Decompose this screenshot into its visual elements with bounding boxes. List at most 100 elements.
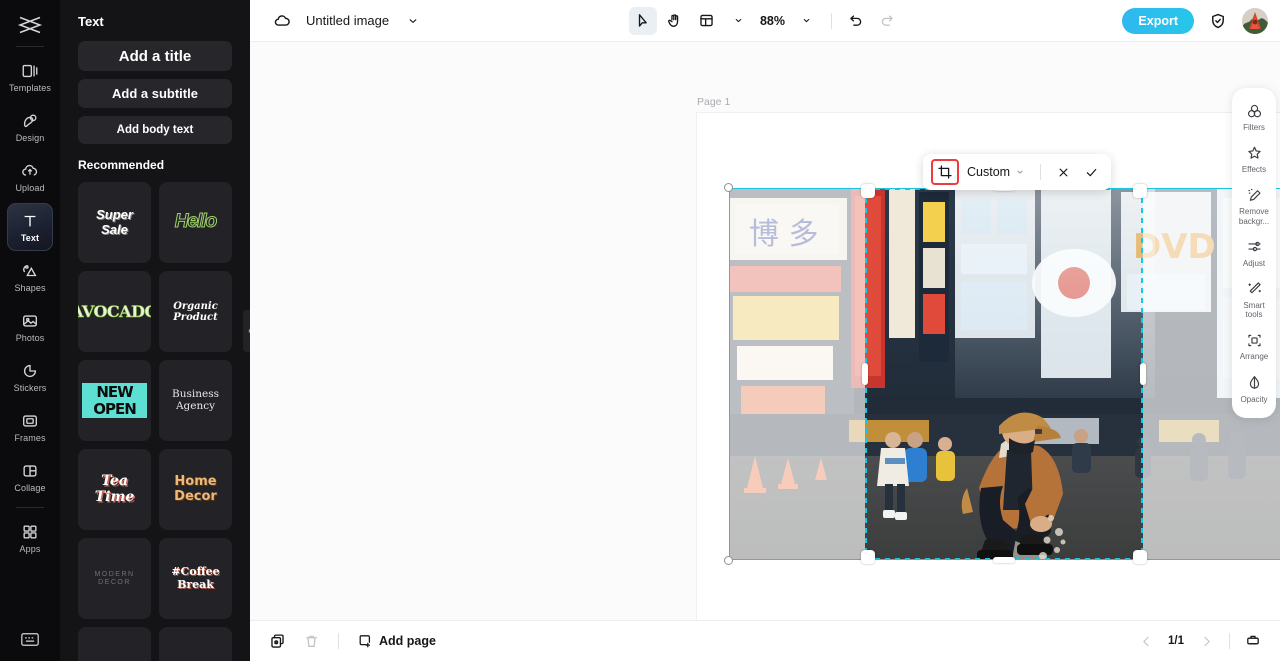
left-nav-rail: Templates Design Upload Text Shapes: [0, 0, 60, 661]
select-tool[interactable]: [629, 7, 657, 35]
next-page-button[interactable]: [1193, 628, 1219, 654]
capcut-logo[interactable]: [10, 8, 50, 42]
crop-handle-bottom[interactable]: [993, 557, 1015, 563]
text-template-card[interactable]: Hello: [159, 182, 232, 263]
resize-handle-bottom-left[interactable]: [724, 556, 733, 565]
crop-handle-top-left[interactable]: [861, 184, 875, 198]
sidebar-item-text[interactable]: Text: [7, 203, 53, 251]
sidebar-item-photos[interactable]: Photos: [7, 303, 53, 351]
crop-frame[interactable]: [865, 188, 1143, 560]
duplicate-page-button[interactable]: [264, 628, 290, 654]
rail-divider-2: [16, 507, 44, 508]
sidebar-item-design[interactable]: Design: [7, 103, 53, 151]
sidebar-label: Stickers: [14, 384, 47, 393]
crop-handle-bottom-right[interactable]: [1133, 550, 1147, 564]
add-title-button[interactable]: Add a title: [78, 41, 232, 71]
sidebar-label: Frames: [14, 434, 45, 443]
text-template-card[interactable]: Business Agency: [159, 360, 232, 441]
tool-label: Filters: [1243, 123, 1265, 132]
tool-adjust[interactable]: Adjust: [1232, 232, 1276, 274]
cloud-save-icon[interactable]: [268, 7, 296, 35]
keyboard-shortcuts-button[interactable]: [0, 632, 60, 647]
crop-ratio-dropdown[interactable]: Custom: [963, 165, 1030, 179]
crop-toolbar-divider: [1040, 164, 1041, 180]
crop-icon[interactable]: [931, 159, 959, 185]
upload-cloud-icon: [20, 161, 40, 181]
document-title[interactable]: Untitled image: [306, 13, 389, 28]
crop-handle-top-right[interactable]: [1133, 184, 1147, 198]
layout-tool[interactable]: [693, 7, 721, 35]
text-template-card[interactable]: NEW OPEN: [78, 360, 151, 441]
crop-handle-right[interactable]: [1140, 363, 1146, 385]
panel-collapse-handle[interactable]: [243, 310, 250, 352]
text-template-card[interactable]: [159, 627, 232, 661]
crop-handle-left[interactable]: [862, 363, 868, 385]
confirm-crop-button[interactable]: [1079, 160, 1103, 184]
export-button[interactable]: Export: [1122, 8, 1194, 34]
text-template-card[interactable]: Organic Product: [159, 271, 232, 352]
tool-label: Opacity: [1240, 395, 1267, 404]
apps-icon: [20, 522, 40, 542]
sidebar-item-shapes[interactable]: Shapes: [7, 253, 53, 301]
right-tool-sidebar: Filters Effects Remove backgr...: [1232, 88, 1276, 418]
sidebar-item-collage[interactable]: Collage: [7, 453, 53, 501]
template-label: Home Decor: [163, 475, 228, 504]
tool-effects[interactable]: Effects: [1232, 138, 1276, 180]
sidebar-label: Text: [21, 234, 39, 243]
selected-image-object[interactable]: 博 多: [729, 188, 1280, 560]
document-info: Untitled image: [250, 7, 427, 35]
text-template-card[interactable]: Super Sale: [78, 182, 151, 263]
toolbar-divider: [831, 13, 832, 29]
tool-filters[interactable]: Filters: [1232, 96, 1276, 138]
text-panel: Text Add a title Add a subtitle Add body…: [60, 0, 250, 661]
tool-remove-background[interactable]: Remove backgr...: [1232, 180, 1276, 231]
template-label: AVOCADO: [78, 303, 151, 321]
shield-check-icon[interactable]: [1204, 7, 1232, 35]
add-page-button[interactable]: Add page: [353, 630, 440, 652]
undo-button[interactable]: [842, 7, 870, 35]
sidebar-item-upload[interactable]: Upload: [7, 153, 53, 201]
add-body-text-button[interactable]: Add body text: [78, 116, 232, 144]
remove-background-icon: [1245, 186, 1263, 204]
main-area: Untitled image 88%: [250, 0, 1280, 661]
text-template-card[interactable]: #Coffee Break: [159, 538, 232, 619]
add-page-icon: [357, 633, 373, 649]
sidebar-label: Collage: [14, 484, 45, 493]
tool-smart-tools[interactable]: Smart tools: [1232, 274, 1276, 325]
chevron-down-icon[interactable]: [399, 7, 427, 35]
text-template-card[interactable]: AVOCADO: [78, 271, 151, 352]
tool-label: Adjust: [1243, 259, 1265, 268]
cancel-crop-button[interactable]: [1051, 160, 1075, 184]
tool-arrange[interactable]: Arrange: [1232, 325, 1276, 367]
zoom-level[interactable]: 88%: [757, 14, 789, 28]
template-label: Tea Time: [82, 474, 147, 505]
text-template-card[interactable]: MODERN DECOR: [78, 538, 151, 619]
opacity-icon: [1245, 374, 1263, 392]
text-template-card[interactable]: Home Decor: [159, 449, 232, 530]
user-avatar[interactable]: [1242, 8, 1268, 34]
text-template-card[interactable]: [78, 627, 151, 661]
hand-tool[interactable]: [661, 7, 689, 35]
text-template-card[interactable]: Tea Time: [78, 449, 151, 530]
crop-ratio-label: Custom: [967, 165, 1010, 179]
add-subtitle-button[interactable]: Add a subtitle: [78, 79, 232, 108]
sidebar-item-templates[interactable]: Templates: [7, 53, 53, 101]
text-icon: [20, 211, 40, 231]
zoom-dropdown-caret[interactable]: [793, 7, 821, 35]
sidebar-item-frames[interactable]: Frames: [7, 403, 53, 451]
frames-icon: [20, 411, 40, 431]
layout-dropdown-caret[interactable]: [725, 7, 753, 35]
tool-opacity[interactable]: Opacity: [1232, 368, 1276, 410]
capcut-editor: Templates Design Upload Text Shapes: [0, 0, 1280, 661]
bottom-toolbar: Add page 1/1: [250, 620, 1280, 661]
delete-page-button[interactable]: [298, 628, 324, 654]
adjust-icon: [1245, 238, 1263, 256]
crop-handle-bottom-left[interactable]: [861, 550, 875, 564]
sidebar-item-apps[interactable]: Apps: [7, 514, 53, 562]
sidebar-item-stickers[interactable]: Stickers: [7, 353, 53, 401]
prev-page-button[interactable]: [1133, 628, 1159, 654]
redo-button[interactable]: [874, 7, 902, 35]
canvas-area[interactable]: Page 1: [250, 42, 1280, 620]
resize-handle-top-left[interactable]: [724, 183, 733, 192]
page-manager-button[interactable]: [1240, 628, 1266, 654]
